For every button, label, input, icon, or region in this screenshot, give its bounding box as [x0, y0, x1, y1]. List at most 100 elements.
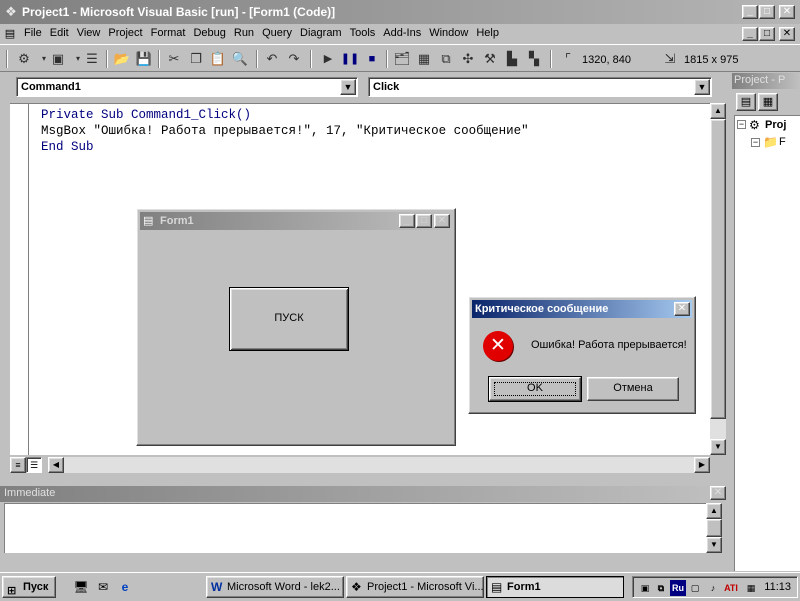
- procedure-combo[interactable]: Click ▼: [368, 77, 712, 97]
- language-indicator[interactable]: Ru: [670, 580, 686, 596]
- full-module-view-icon[interactable]: ☰: [26, 457, 42, 473]
- tray-monitor-icon[interactable]: ▢: [687, 580, 703, 596]
- stop-icon[interactable]: ■: [362, 50, 382, 68]
- clock[interactable]: 11:13: [764, 581, 791, 593]
- paste-icon[interactable]: 📋: [208, 50, 228, 68]
- menu-diagram[interactable]: Diagram: [296, 24, 346, 42]
- cut-icon[interactable]: ✂: [164, 50, 184, 68]
- chevron-down-icon[interactable]: ▼: [694, 79, 710, 95]
- form1-maximize-button[interactable]: □: [416, 214, 432, 228]
- immediate-vertical-scrollbar[interactable]: ▲ ▼: [706, 503, 722, 553]
- tray-volume-icon[interactable]: ♪: [705, 580, 721, 596]
- menu-editor-icon[interactable]: ☰: [82, 50, 102, 68]
- scroll-up-icon[interactable]: ▲: [710, 103, 726, 119]
- dialog-title-bar[interactable]: Критическое сообщение ✕: [472, 300, 692, 318]
- undo-icon[interactable]: ↶: [262, 50, 282, 68]
- tree-collapse-icon[interactable]: −: [737, 120, 746, 129]
- object-combo[interactable]: Command1 ▼: [16, 77, 358, 97]
- project-panel-title-bar[interactable]: Project - P: [732, 73, 800, 89]
- menu-query[interactable]: Query: [258, 24, 296, 42]
- save-icon[interactable]: 💾: [134, 50, 154, 68]
- margin-indicator-bar[interactable]: [10, 103, 28, 455]
- menu-edit[interactable]: Edit: [46, 24, 73, 42]
- mdi-restore-button[interactable]: □: [759, 27, 775, 41]
- mdi-minimize-button[interactable]: _: [742, 27, 758, 41]
- cancel-button[interactable]: Отмена: [587, 377, 679, 401]
- menu-help[interactable]: Help: [472, 24, 503, 42]
- properties-window-icon[interactable]: ▦: [414, 50, 434, 68]
- mdi-close-button[interactable]: ✕: [779, 27, 795, 41]
- dialog-close-button[interactable]: ✕: [674, 302, 690, 316]
- vb-app-icon[interactable]: ❖: [3, 4, 19, 20]
- maximize-button[interactable]: □: [759, 5, 775, 19]
- show-desktop-icon[interactable]: 🖥: [72, 579, 90, 595]
- menu-debug[interactable]: Debug: [189, 24, 229, 42]
- tree-item-forms-folder[interactable]: F: [779, 136, 786, 148]
- code-line-2[interactable]: MsgBox "Ошибка! Работа прерывается!", 17…: [41, 123, 529, 139]
- scroll-down-icon[interactable]: ▼: [710, 439, 726, 455]
- outlook-express-icon[interactable]: ✉: [94, 579, 112, 595]
- menu-view[interactable]: View: [73, 24, 105, 42]
- tray-network-icon[interactable]: ⧉: [653, 580, 669, 596]
- run-icon[interactable]: ▶: [318, 50, 338, 68]
- scroll-right-icon[interactable]: ▶: [694, 457, 710, 473]
- task-vb[interactable]: ❖ Project1 - Microsoft Vi...: [346, 576, 484, 598]
- break-icon[interactable]: ❚❚: [340, 50, 360, 68]
- close-button[interactable]: ✕: [779, 5, 795, 19]
- scroll-thumb[interactable]: [706, 519, 722, 537]
- find-icon[interactable]: 🔍: [230, 50, 250, 68]
- add-project-icon[interactable]: ⚙: [14, 50, 34, 68]
- immediate-title-bar[interactable]: Immediate ✕: [0, 486, 728, 502]
- view-code-icon[interactable]: ▤: [736, 93, 756, 111]
- immediate-window-text[interactable]: [4, 503, 706, 553]
- object-browser-icon[interactable]: ✣: [458, 50, 478, 68]
- tree-item-project[interactable]: Proj: [765, 119, 786, 131]
- immediate-close-button[interactable]: ✕: [710, 486, 726, 500]
- menu-window[interactable]: Window: [425, 24, 472, 42]
- toolbox-icon[interactable]: ⚒: [480, 50, 500, 68]
- add-form-icon[interactable]: ▣: [48, 50, 68, 68]
- pusk-button[interactable]: ПУСК: [229, 287, 349, 351]
- scroll-thumb[interactable]: [710, 119, 726, 419]
- start-button[interactable]: ⊞ Пуск: [2, 576, 56, 598]
- project-tree[interactable]: − ⚙ Proj − 📁 F: [734, 115, 800, 571]
- menu-file[interactable]: File: [20, 24, 46, 42]
- menu-run[interactable]: Run: [230, 24, 258, 42]
- task-form1[interactable]: ▤ Form1: [486, 576, 624, 598]
- scroll-left-icon[interactable]: ◀: [48, 457, 64, 473]
- redo-icon[interactable]: ↷: [284, 50, 304, 68]
- tray-display-icon[interactable]: ▦: [743, 580, 759, 596]
- code-vertical-scrollbar[interactable]: ▲ ▼: [710, 103, 726, 455]
- chevron-down-icon[interactable]: ▼: [340, 79, 356, 95]
- form1-minimize-button[interactable]: _: [399, 214, 415, 228]
- ok-button[interactable]: OK: [488, 376, 582, 402]
- open-folder-icon[interactable]: 📂: [112, 50, 132, 68]
- form1-close-button[interactable]: ✕: [434, 214, 450, 228]
- tray-ati-icon[interactable]: ATI: [723, 580, 739, 596]
- data-view-icon[interactable]: ▙: [502, 50, 522, 68]
- document-icon[interactable]: ▤: [3, 27, 17, 41]
- view-object-icon[interactable]: ▦: [758, 93, 778, 111]
- scroll-down-icon[interactable]: ▼: [706, 537, 722, 553]
- form-layout-icon[interactable]: ⧉: [436, 50, 456, 68]
- form1-window[interactable]: ▤ Form1 _ □ ✕ ПУСК: [136, 208, 456, 446]
- code-horizontal-scrollbar[interactable]: ◀ ▶: [48, 457, 710, 473]
- form-icon[interactable]: ▤: [143, 214, 153, 227]
- scroll-up-icon[interactable]: ▲: [706, 503, 722, 519]
- copy-icon[interactable]: ❐: [186, 50, 206, 68]
- tree-collapse-icon[interactable]: −: [751, 138, 760, 147]
- menu-add-ins[interactable]: Add-Ins: [379, 24, 425, 42]
- code-line-3[interactable]: End Sub: [41, 139, 94, 155]
- internet-explorer-icon[interactable]: e: [116, 579, 134, 595]
- task-word[interactable]: W Microsoft Word - lek2...: [206, 576, 344, 598]
- project-explorer-icon[interactable]: 🗂: [392, 50, 412, 68]
- visual-component-manager-icon[interactable]: ▚: [524, 50, 544, 68]
- menu-format[interactable]: Format: [147, 24, 190, 42]
- title-bar[interactable]: ❖ Project1 - Microsoft Visual Basic [run…: [0, 0, 800, 24]
- form1-title-bar[interactable]: ▤ Form1 _ □ ✕: [140, 212, 452, 230]
- menu-tools[interactable]: Tools: [346, 24, 380, 42]
- procedure-view-icon[interactable]: ≡: [10, 457, 26, 473]
- tray-app-icon[interactable]: ▣: [637, 580, 653, 596]
- critical-message-dialog[interactable]: Критическое сообщение ✕ ✕ Ошибка! Работа…: [468, 296, 696, 414]
- menu-project[interactable]: Project: [104, 24, 146, 42]
